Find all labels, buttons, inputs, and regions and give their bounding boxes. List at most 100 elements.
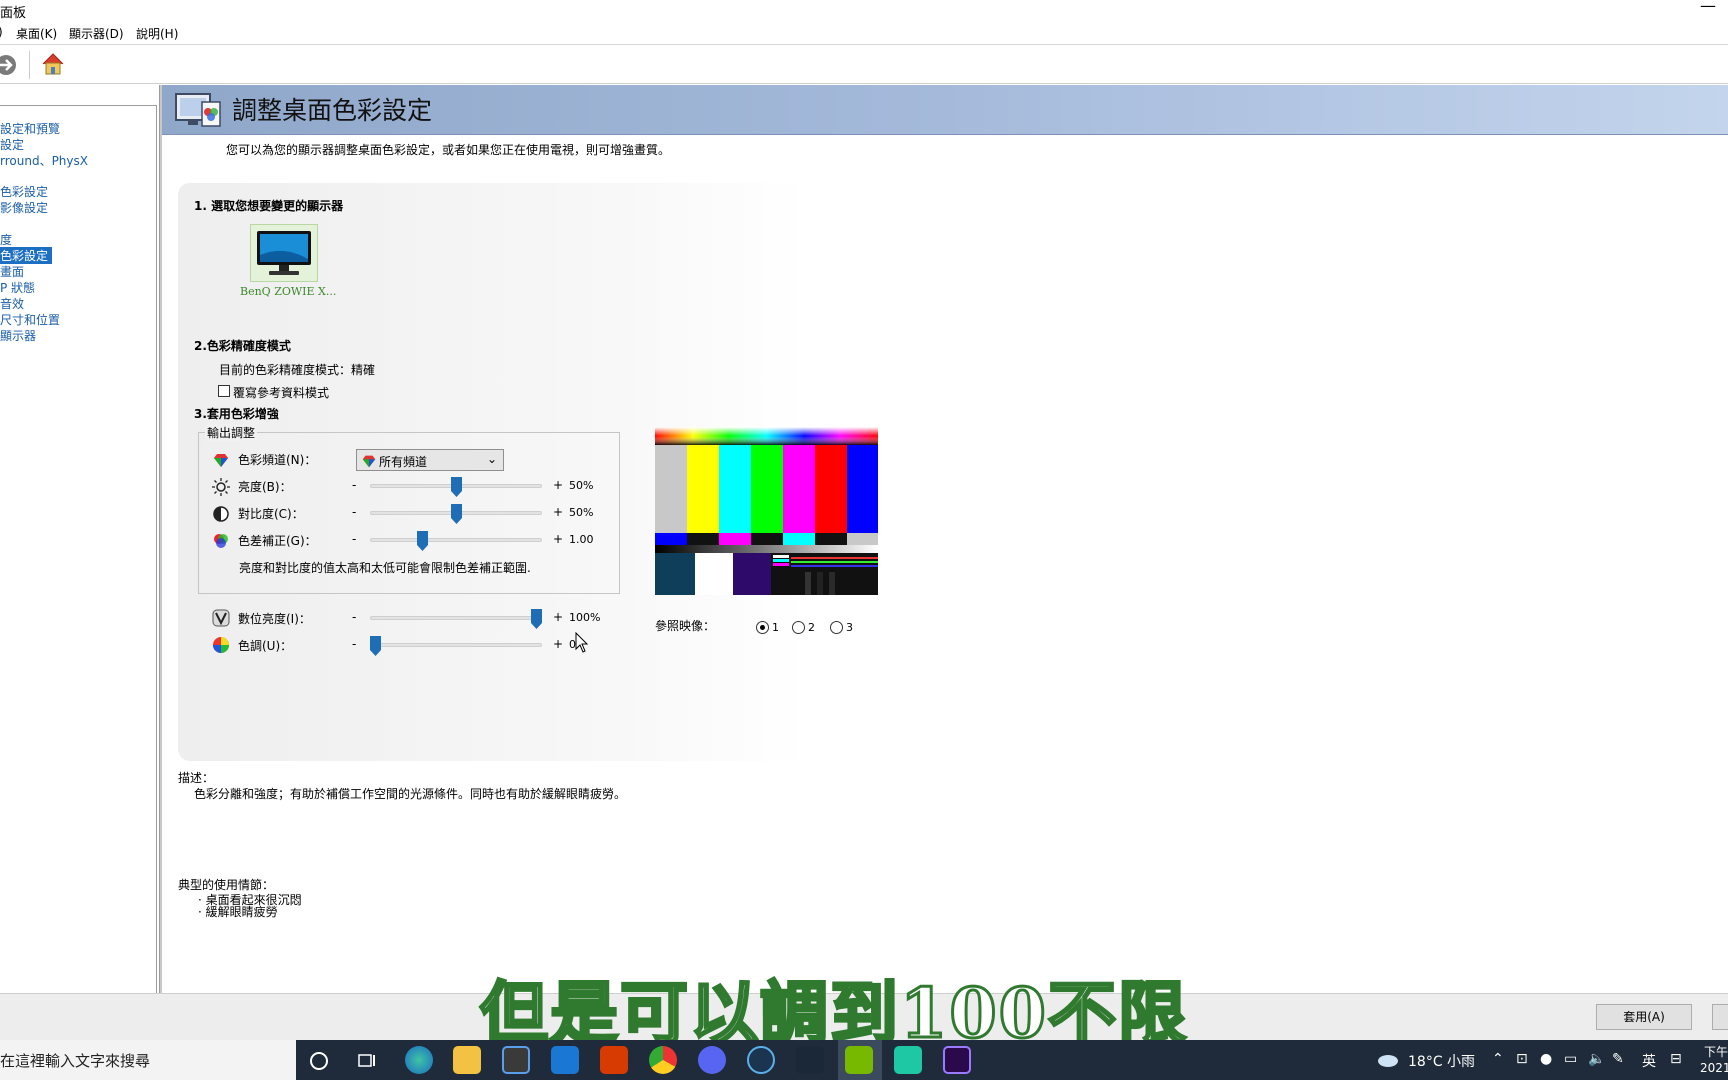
digital-vibrance-plus[interactable]: + — [553, 610, 563, 624]
weather-icon[interactable] — [1376, 1050, 1400, 1070]
color-channel-select[interactable]: 所有頻道 ⌄ — [356, 449, 504, 471]
menu-display[interactable]: 顯示器(D) — [69, 25, 124, 42]
nav-item-settings-preview[interactable]: 設定和預覽 — [0, 120, 60, 137]
reference-radio-2[interactable] — [792, 621, 805, 634]
digital-vibrance-slider-track[interactable] — [370, 616, 542, 620]
steam-icon[interactable] — [796, 1046, 824, 1074]
override-reference-label[interactable]: 覆寫參考資料模式 — [233, 384, 329, 401]
reference-radio-1[interactable] — [756, 621, 769, 634]
tray-chevron-up-icon[interactable]: ⌃ — [1492, 1051, 1504, 1067]
digital-vibrance-minus[interactable]: - — [352, 610, 356, 624]
nav-item-rotate[interactable]: 畫面 — [0, 263, 24, 280]
nav-item-surround-physx[interactable]: rround、PhysX — [0, 152, 88, 169]
reference-image-label: 參照映像： — [655, 619, 716, 633]
nav-item-hdcp[interactable]: P 狀態 — [0, 279, 35, 296]
taskbar-search-box[interactable]: 在這裡輸入文字來搜尋 — [0, 1040, 296, 1080]
monitor-label[interactable]: BenQ ZOWIE X... — [240, 285, 336, 298]
office-icon[interactable] — [600, 1046, 628, 1074]
gamma-icon — [214, 534, 228, 548]
app-icon[interactable] — [747, 1046, 775, 1074]
discord-icon[interactable] — [698, 1046, 726, 1074]
contrast-value: 50% — [569, 506, 594, 519]
left-pane — [0, 85, 160, 995]
weather-text[interactable]: 18°C 小雨 — [1408, 1051, 1475, 1071]
digital-vibrance-slider-thumb[interactable] — [531, 609, 542, 629]
nav-item-video-color[interactable]: 色彩設定 — [0, 183, 48, 200]
hue-minus[interactable]: - — [352, 637, 356, 651]
nav-item-size-position[interactable]: 尺寸和位置 — [0, 311, 60, 328]
nav-item-desktop-color[interactable]: 色彩設定 — [0, 247, 53, 264]
premiere-icon[interactable] — [943, 1046, 971, 1074]
nav-item-multi-display[interactable]: 顯示器 — [0, 327, 36, 344]
edge-icon[interactable] — [405, 1046, 433, 1074]
nav-item-video-image[interactable]: 影像設定 — [0, 199, 48, 216]
reference-radio-3-label[interactable]: 3 — [846, 621, 853, 634]
monitor-tile[interactable] — [250, 224, 318, 282]
gamma-minus[interactable]: - — [352, 532, 356, 546]
brightness-minus[interactable]: - — [352, 478, 356, 492]
tray-status-icon[interactable]: ● — [1540, 1051, 1552, 1067]
brightness-value: 50% — [569, 479, 594, 492]
color-accuracy-current: 目前的色彩精確度模式：精確 — [219, 363, 376, 377]
menu-edge-fragment[interactable]: ) — [0, 25, 3, 39]
minimize-button[interactable]: — — [1700, 0, 1716, 15]
usage-item-text: 緩解眼睛疲勞 — [205, 905, 278, 919]
contrast-slider-thumb[interactable] — [450, 504, 462, 524]
hue-slider-track[interactable] — [370, 643, 542, 647]
ime-mode-icon[interactable]: ⊟ — [1670, 1051, 1682, 1067]
apply-button[interactable]: 套用(A) — [1596, 1004, 1692, 1030]
override-reference-checkbox[interactable] — [218, 385, 230, 397]
reference-radio-3[interactable] — [830, 621, 843, 634]
digital-vibrance-icon — [212, 609, 230, 627]
color-channel-icon — [214, 454, 228, 467]
nav-item-audio[interactable]: 音效 — [0, 295, 24, 312]
chrome-icon[interactable] — [649, 1046, 677, 1074]
nav-item-resolution[interactable]: 度 — [0, 231, 12, 248]
tray-app-icon[interactable]: ⊡ — [1516, 1051, 1528, 1067]
gamma-slider-thumb[interactable] — [416, 531, 428, 551]
window-title: 面板 — [0, 6, 27, 21]
hue-slider-thumb[interactable] — [370, 636, 381, 656]
description-heading: 描述： — [178, 771, 215, 785]
color-channel-label: 色彩頻道(N)： — [238, 453, 317, 467]
nvidia-icon[interactable] — [845, 1046, 873, 1074]
gamma-plus[interactable]: + — [553, 532, 563, 546]
clock-time[interactable]: 下午 — [1704, 1043, 1728, 1060]
menu-desktop[interactable]: 桌面(K) — [16, 25, 57, 42]
clock-date[interactable]: 2021 — [1700, 1061, 1728, 1075]
intro-text: 您可以為您的顯示器調整桌面色彩設定，或者如果您正在使用電視，則可增強畫質。 — [226, 143, 671, 157]
file-explorer-icon[interactable] — [453, 1046, 481, 1074]
task-view-icon[interactable] — [356, 1050, 378, 1072]
toolbar — [0, 44, 1728, 84]
page-header: 調整桌面色彩設定 — [162, 85, 1728, 135]
forward-arrow-icon[interactable] — [0, 53, 20, 77]
brightness-plus[interactable]: + — [553, 478, 563, 492]
home-icon[interactable] — [40, 51, 66, 77]
digital-vibrance-label: 數位亮度(I)： — [238, 612, 311, 626]
color-channel-value: 所有頻道 — [379, 455, 428, 469]
reference-radio-2-label[interactable]: 2 — [808, 621, 815, 634]
reference-radio-1-label[interactable]: 1 — [772, 621, 779, 634]
gamma-slider-track[interactable] — [370, 538, 542, 542]
menu-help[interactable]: 說明(H) — [136, 25, 178, 42]
network-icon[interactable]: ▭ — [1564, 1051, 1577, 1067]
cancel-button[interactable] — [1712, 1004, 1728, 1030]
pane-splitter[interactable] — [160, 85, 162, 995]
hue-icon — [213, 637, 229, 653]
cortana-icon[interactable] — [308, 1050, 330, 1072]
chat-app-icon[interactable] — [894, 1046, 922, 1074]
contrast-plus[interactable]: + — [553, 505, 563, 519]
mail-icon[interactable] — [551, 1046, 579, 1074]
contrast-minus[interactable]: - — [352, 505, 356, 519]
store-icon[interactable] — [502, 1046, 530, 1074]
pen-icon[interactable]: ✎ — [1612, 1051, 1624, 1067]
ime-indicator[interactable]: 英 — [1642, 1051, 1656, 1071]
nav-item-settings[interactable]: 設定 — [0, 136, 24, 153]
brightness-slider-thumb[interactable] — [450, 477, 462, 497]
volume-icon[interactable]: 🔈 — [1588, 1051, 1605, 1067]
hue-plus[interactable]: + — [553, 637, 563, 651]
menu-bar: ) 桌面(K) 顯示器(D) 說明(H) — [0, 22, 1728, 44]
title-bar: 面板 — — [0, 0, 1728, 22]
brightness-label: 亮度(B)： — [238, 480, 292, 494]
toolbar-separator — [29, 51, 30, 79]
